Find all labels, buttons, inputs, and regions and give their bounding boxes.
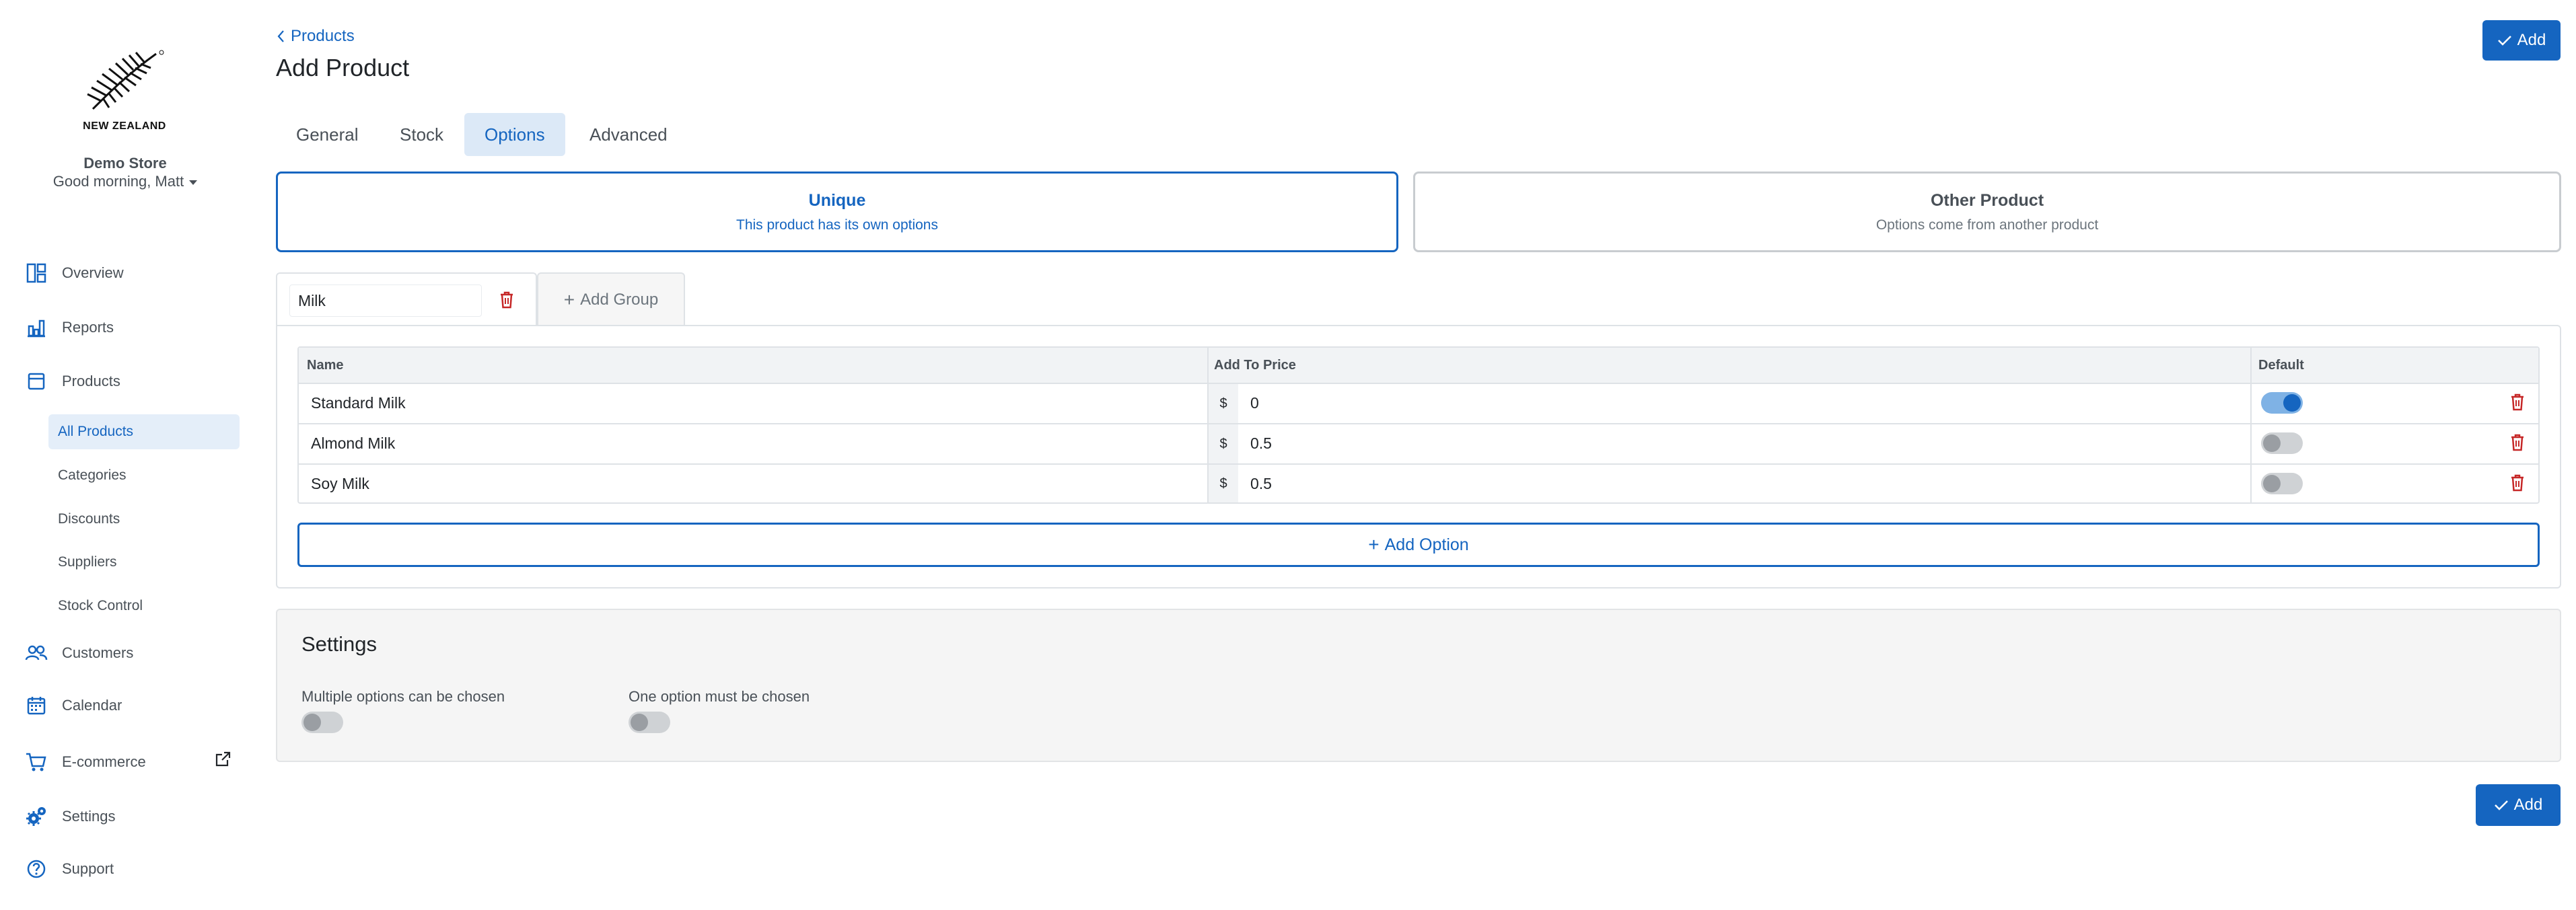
settings-panel <box>276 609 2561 762</box>
sidebar-item-products[interactable]: Products <box>24 361 120 402</box>
delete-option-icon[interactable] <box>2507 390 2528 414</box>
default-toggle[interactable] <box>2261 473 2303 494</box>
calendar-icon <box>24 693 48 718</box>
card-title: Unique <box>808 191 866 210</box>
settings-title: Settings <box>301 632 378 656</box>
sidebar-item-label: Customers <box>62 644 134 661</box>
tab-advanced[interactable]: Advanced <box>569 113 688 156</box>
add-button-top[interactable]: Add <box>2482 20 2561 61</box>
page-title: Add Product <box>276 54 410 81</box>
card-title: Other Product <box>1930 191 2044 210</box>
sidebar-item-label: Reports <box>62 319 114 336</box>
greeting-text: Good morning, Matt <box>52 173 184 190</box>
column-header-name: Name <box>299 348 1207 383</box>
sidebar-item-reports[interactable]: Reports <box>24 307 114 348</box>
table-row <box>299 423 2538 463</box>
sidebar-item-calendar[interactable]: Calendar <box>24 685 122 726</box>
currency-prefix: $ <box>1209 384 1238 423</box>
brand-logo: NEW ZEALAND <box>81 47 168 135</box>
bar-chart-icon <box>24 315 48 340</box>
table-row <box>299 463 2538 504</box>
help-icon <box>24 857 48 881</box>
option-source-other-card[interactable]: Other Product Options come from another … <box>1413 172 2561 252</box>
add-group-label: Add Group <box>580 291 659 309</box>
add-option-label: Add Option <box>1384 535 1469 554</box>
multiple-options-toggle[interactable] <box>301 712 343 733</box>
currency-prefix: $ <box>1209 465 1238 502</box>
sidebar-subitem-discounts[interactable]: Discounts <box>48 502 240 537</box>
sidebar-subitem-categories[interactable]: Categories <box>48 458 240 493</box>
default-toggle[interactable] <box>2261 432 2303 454</box>
gears-icon <box>24 804 48 829</box>
required-option-label: One option must be chosen <box>629 688 810 705</box>
sidebar-item-label: Support <box>62 860 114 877</box>
card-subtitle: This product has its own options <box>736 217 938 233</box>
add-option-button[interactable]: + Add Option <box>297 523 2540 567</box>
option-source-unique-card[interactable]: Unique This product has its own options <box>276 172 1398 252</box>
required-option-toggle[interactable] <box>629 712 670 733</box>
card-subtitle: Options come from another product <box>1875 217 2099 233</box>
sidebar-subitem-stock-control[interactable]: Stock Control <box>48 589 240 623</box>
sidebar-item-label: E-commerce <box>62 753 146 770</box>
option-price-field[interactable]: 0.5 <box>1250 463 1272 504</box>
sidebar-item-settings[interactable]: Settings <box>24 796 116 837</box>
tab-general[interactable]: General <box>276 113 379 156</box>
sidebar-item-customers[interactable]: Customers <box>24 633 133 673</box>
sidebar-item-ecommerce[interactable]: E-commerce <box>24 742 146 782</box>
group-name-input[interactable]: Milk <box>289 285 482 317</box>
option-name-field[interactable]: Standard Milk <box>311 383 406 423</box>
user-menu[interactable]: Good morning, Matt <box>0 173 250 190</box>
tab-options[interactable]: Options <box>464 113 565 156</box>
delete-option-icon[interactable] <box>2507 471 2528 495</box>
delete-option-icon[interactable] <box>2507 430 2528 455</box>
sidebar-item-label: Calendar <box>62 697 122 714</box>
breadcrumb[interactable]: Products <box>276 27 355 46</box>
multiple-options-label: Multiple options can be chosen <box>301 688 505 705</box>
check-icon <box>2494 800 2508 810</box>
sidebar-item-label: Overview <box>62 264 124 281</box>
chevron-left-icon <box>277 30 284 42</box>
box-icon <box>24 369 48 393</box>
column-header-price: Add To Price <box>1209 348 2250 383</box>
sidebar-item-label: Settings <box>62 808 116 825</box>
option-name-field[interactable]: Soy Milk <box>311 463 369 504</box>
table-row <box>299 383 2538 423</box>
default-toggle[interactable] <box>2261 392 2303 414</box>
add-button-label: Add <box>2517 31 2546 49</box>
logo-wordmark: NEW ZEALAND <box>83 120 166 132</box>
external-link-icon[interactable] <box>214 751 233 769</box>
cart-icon <box>24 750 48 774</box>
column-header-default: Default <box>2252 348 2538 383</box>
option-name-field[interactable]: Almond Milk <box>311 423 395 463</box>
sidebar-subitem-suppliers[interactable]: Suppliers <box>48 545 240 580</box>
store-name: Demo Store <box>83 155 167 172</box>
users-icon <box>24 641 48 665</box>
tab-stock[interactable]: Stock <box>380 113 464 156</box>
currency-prefix: $ <box>1209 424 1238 463</box>
option-price-field[interactable]: 0.5 <box>1250 423 1272 463</box>
caret-down-icon <box>189 180 198 185</box>
breadcrumb-link[interactable]: Products <box>291 27 355 46</box>
sidebar-item-support[interactable]: Support <box>24 849 114 889</box>
plus-icon: + <box>1368 534 1380 555</box>
fern-logo-icon <box>87 50 164 110</box>
sidebar-item-overview[interactable]: Overview <box>24 253 124 293</box>
sidebar-item-label: Products <box>62 373 120 389</box>
sidebar-subitem-all-products[interactable]: All Products <box>48 414 240 449</box>
add-group-button[interactable]: + Add Group <box>537 272 685 326</box>
add-button-bottom[interactable]: Add <box>2476 784 2561 826</box>
plus-icon: + <box>563 289 575 310</box>
add-button-label: Add <box>2513 796 2543 814</box>
option-price-field[interactable]: 0 <box>1250 383 1259 423</box>
delete-group-icon[interactable] <box>497 288 517 312</box>
layout-icon <box>24 261 48 285</box>
check-icon <box>2497 36 2511 46</box>
